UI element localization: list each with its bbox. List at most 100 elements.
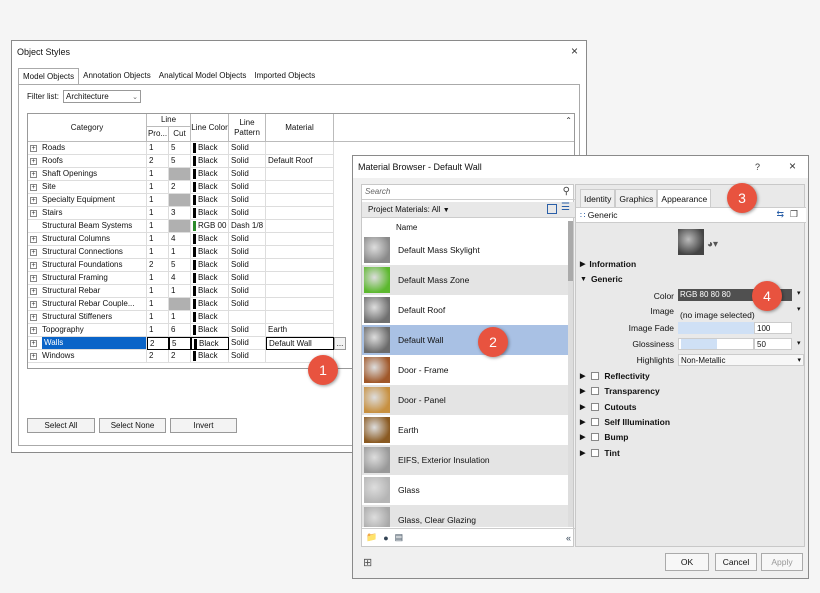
category-cell[interactable]: + Roofs (28, 155, 147, 168)
material-list-item[interactable]: Door - Frame (362, 355, 570, 385)
pattern-cell[interactable]: Solid (229, 298, 266, 311)
material-cell[interactable] (266, 233, 334, 246)
pro-cell[interactable]: 1 (147, 298, 169, 311)
pattern-cell[interactable]: Solid (229, 181, 266, 194)
cut-cell[interactable] (169, 298, 191, 311)
category-cell[interactable]: + Specialty Equipment (28, 194, 147, 207)
cut-cell[interactable]: 5 (169, 155, 191, 168)
tab-annotation-objects[interactable]: Annotation Objects (79, 68, 155, 84)
section-reflectivity[interactable]: ▶ Reflectivity (580, 371, 650, 381)
pattern-cell[interactable]: Dash 1/8 (229, 220, 266, 233)
material-cell[interactable]: Earth (266, 324, 334, 337)
pro-cell[interactable]: 2 (147, 337, 169, 350)
pro-cell[interactable]: 2 (147, 259, 169, 272)
section-checkbox[interactable] (591, 372, 600, 380)
category-cell[interactable]: + Structural Stiffeners (28, 311, 147, 324)
category-cell[interactable]: + Stairs (28, 207, 147, 220)
line-color-cell[interactable]: Black (191, 142, 229, 155)
material-cell[interactable] (266, 259, 334, 272)
table-row[interactable]: + Roads 1 5 Black Solid (28, 142, 574, 155)
material-cell[interactable] (266, 220, 334, 233)
close-icon[interactable]: × (571, 44, 578, 58)
cut-cell[interactable]: 4 (169, 233, 191, 246)
pro-cell[interactable]: 1 (147, 233, 169, 246)
line-color-cell[interactable]: Black (191, 337, 229, 350)
cut-cell[interactable]: 5 (169, 142, 191, 155)
invert-button[interactable]: Invert (170, 418, 237, 433)
pro-cell[interactable]: 1 (147, 168, 169, 181)
section-checkbox[interactable] (591, 448, 600, 457)
category-cell[interactable]: + Structural Connections (28, 246, 147, 259)
expand-plus-icon[interactable]: + (30, 197, 37, 204)
cut-cell[interactable]: 1 (169, 285, 191, 298)
tab-model-objects[interactable]: Model Objects (18, 68, 80, 84)
list-header-name[interactable]: Name (362, 221, 570, 235)
select-all-button[interactable]: Select All (27, 418, 95, 433)
material-cell[interactable] (266, 272, 334, 285)
expand-plus-icon[interactable]: + (30, 288, 37, 295)
cut-cell[interactable]: 5 (169, 337, 191, 350)
folder-icon[interactable]: 📁 (366, 532, 377, 543)
pattern-cell[interactable]: Solid (229, 207, 266, 220)
tab-identity[interactable]: Identity (580, 189, 616, 208)
section-information[interactable]: ▶ Information (580, 259, 636, 269)
search-icon[interactable]: ⚲ (563, 186, 570, 197)
line-color-cell[interactable]: Black (191, 285, 229, 298)
image-fade-slider[interactable] (678, 322, 754, 334)
pattern-cell[interactable]: Solid (229, 324, 266, 337)
material-list-item[interactable]: Glass (362, 475, 570, 505)
category-cell[interactable]: + Topography (28, 324, 147, 337)
section-generic[interactable]: ▼ Generic (580, 274, 623, 284)
section-checkbox[interactable] (591, 433, 600, 442)
cut-cell[interactable]: 2 (169, 350, 191, 363)
highlights-select[interactable]: Non-Metallic ▾ (678, 354, 804, 366)
expand-plus-icon[interactable]: + (30, 184, 37, 191)
material-cell[interactable] (266, 311, 334, 324)
cut-cell[interactable]: 3 (169, 207, 191, 220)
material-list-item[interactable]: Default Roof (362, 295, 570, 325)
line-color-cell[interactable]: Black (191, 324, 229, 337)
material-cell[interactable] (266, 285, 334, 298)
pro-cell[interactable]: 1 (147, 246, 169, 259)
line-color-cell[interactable]: RGB 00 (191, 220, 229, 233)
category-cell[interactable]: + Structural Rebar (28, 285, 147, 298)
material-cell[interactable] (266, 142, 334, 155)
pro-cell[interactable]: 2 (147, 350, 169, 363)
pro-cell[interactable]: 1 (147, 142, 169, 155)
line-color-cell[interactable]: Black (191, 298, 229, 311)
tab-appearance[interactable]: Appearance (657, 189, 712, 208)
header-category[interactable]: Category (28, 114, 147, 142)
create-material-icon[interactable]: ● (383, 533, 388, 543)
material-cell[interactable]: Default Wall (266, 337, 334, 350)
cut-cell[interactable]: 1 (169, 246, 191, 259)
replace-asset-icon[interactable]: ⇆ (776, 209, 784, 220)
header-material[interactable]: Material (266, 114, 334, 142)
material-cell[interactable] (266, 194, 334, 207)
pattern-cell[interactable]: Solid (229, 246, 266, 259)
pattern-cell[interactable]: Solid (229, 142, 266, 155)
pro-cell[interactable]: 1 (147, 324, 169, 337)
material-cell[interactable] (266, 207, 334, 220)
material-cell[interactable] (266, 246, 334, 259)
select-none-button[interactable]: Select None (99, 418, 166, 433)
pro-cell[interactable]: 1 (147, 207, 169, 220)
expand-plus-icon[interactable]: + (30, 340, 37, 347)
cut-cell[interactable]: 5 (169, 259, 191, 272)
line-color-cell[interactable]: Black (191, 207, 229, 220)
category-cell[interactable]: + Structural Columns (28, 233, 147, 246)
material-list-item[interactable]: Glass, Clear Glazing (362, 505, 570, 527)
pro-cell[interactable]: 1 (147, 220, 169, 233)
pro-cell[interactable]: 1 (147, 311, 169, 324)
browse-material-button[interactable]: ... (334, 337, 346, 350)
section-bump[interactable]: ▶ Bump (580, 432, 628, 442)
pattern-cell[interactable]: Solid (229, 233, 266, 246)
scroll-up-icon[interactable]: ⌃ (565, 116, 572, 125)
cut-cell[interactable]: 1 (169, 311, 191, 324)
cut-cell[interactable] (169, 220, 191, 233)
expand-plus-icon[interactable]: + (30, 145, 37, 152)
header-line-cut[interactable]: Cut (169, 127, 191, 142)
image-dropdown-icon[interactable]: ▾ (797, 305, 801, 313)
section-cutouts[interactable]: ▶ Cutouts (580, 402, 637, 412)
close-icon[interactable]: × (789, 159, 796, 173)
line-color-cell[interactable]: Black (191, 194, 229, 207)
